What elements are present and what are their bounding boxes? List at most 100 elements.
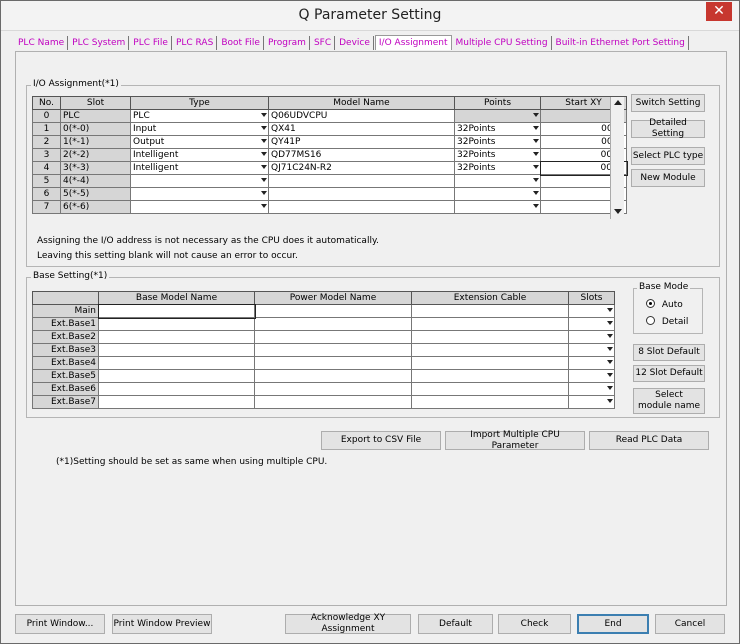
acknowledge-xy-button[interactable]: Acknowledge XY Assignment bbox=[285, 613, 411, 634]
dropdown-arrow-icon[interactable] bbox=[533, 113, 539, 117]
base-cell-power[interactable] bbox=[254, 343, 412, 357]
io-cell-model[interactable]: QX41 bbox=[268, 122, 455, 136]
base-cell-cable[interactable] bbox=[411, 330, 569, 344]
export-csv-button[interactable]: Export to CSV File bbox=[321, 431, 441, 450]
tab-plc-file[interactable]: PLC File bbox=[130, 36, 172, 50]
io-assignment-table[interactable]: No. Slot Type Model Name Points Start XY… bbox=[32, 96, 628, 214]
dropdown-arrow-icon[interactable] bbox=[607, 360, 613, 364]
base-cell-slots[interactable] bbox=[568, 304, 615, 318]
io-cell-points[interactable]: 32Points bbox=[454, 161, 541, 175]
io-cell-model[interactable]: QD77MS16 bbox=[268, 148, 455, 162]
default-button[interactable]: Default bbox=[418, 614, 493, 634]
base-cell-model[interactable] bbox=[98, 343, 255, 357]
switch-setting-button[interactable]: Switch Setting bbox=[631, 94, 705, 112]
slot12-default-button[interactable]: 12 Slot Default bbox=[633, 365, 705, 382]
io-cell-type[interactable] bbox=[130, 174, 269, 188]
tab-plc-system[interactable]: PLC System bbox=[69, 36, 130, 50]
base-cell-cable[interactable] bbox=[411, 343, 569, 357]
print-window-button[interactable]: Print Window... bbox=[15, 614, 105, 634]
new-module-button[interactable]: New Module bbox=[631, 169, 705, 187]
base-cell-model[interactable] bbox=[98, 369, 255, 383]
base-cell-model[interactable] bbox=[98, 317, 255, 331]
dropdown-arrow-icon[interactable] bbox=[607, 386, 613, 390]
dropdown-arrow-icon[interactable] bbox=[533, 204, 539, 208]
io-cell-type[interactable]: Input bbox=[130, 122, 269, 136]
import-multiple-cpu-button[interactable]: Import Multiple CPU Parameter bbox=[445, 430, 585, 451]
dropdown-arrow-icon[interactable] bbox=[607, 373, 613, 377]
dropdown-arrow-icon[interactable] bbox=[533, 165, 539, 169]
radio-detail-icon[interactable] bbox=[646, 316, 655, 325]
tab-sfc[interactable]: SFC bbox=[311, 36, 336, 50]
base-cell-slots[interactable] bbox=[568, 330, 615, 344]
dropdown-arrow-icon[interactable] bbox=[533, 126, 539, 130]
cancel-button[interactable]: Cancel bbox=[655, 614, 725, 634]
base-setting-table[interactable]: Base Model Name Power Model Name Extensi… bbox=[32, 291, 615, 409]
tab-built-in-ethernet-port-setting[interactable]: Built-in Ethernet Port Setting bbox=[553, 36, 689, 50]
tab-program[interactable]: Program bbox=[265, 36, 310, 50]
io-cell-points[interactable] bbox=[454, 200, 541, 214]
dropdown-arrow-icon[interactable] bbox=[607, 399, 613, 403]
base-cell-slots[interactable] bbox=[568, 382, 615, 396]
base-cell-slots[interactable] bbox=[568, 317, 615, 331]
check-button[interactable]: Check bbox=[498, 614, 571, 634]
tab-device[interactable]: Device bbox=[336, 36, 374, 50]
io-cell-type[interactable] bbox=[130, 187, 269, 201]
tab-boot-file[interactable]: Boot File bbox=[218, 36, 264, 50]
base-cell-cable[interactable] bbox=[411, 317, 569, 331]
base-cell-cable[interactable] bbox=[411, 382, 569, 396]
base-cell-slots[interactable] bbox=[568, 369, 615, 383]
dropdown-arrow-icon[interactable] bbox=[261, 191, 267, 195]
select-module-name-button[interactable]: Select module name bbox=[633, 388, 705, 414]
slot8-default-button[interactable]: 8 Slot Default bbox=[633, 344, 705, 361]
io-cell-points[interactable] bbox=[454, 109, 541, 123]
io-cell-type[interactable]: Intelligent bbox=[130, 161, 269, 175]
read-plc-data-button[interactable]: Read PLC Data bbox=[589, 431, 709, 450]
dropdown-arrow-icon[interactable] bbox=[533, 139, 539, 143]
base-cell-model[interactable] bbox=[98, 395, 255, 409]
base-cell-power[interactable] bbox=[254, 369, 412, 383]
tab-plc-ras[interactable]: PLC RAS bbox=[173, 36, 218, 50]
tab-i-o-assignment[interactable]: I/O Assignment bbox=[374, 35, 452, 50]
io-cell-points[interactable]: 32Points bbox=[454, 135, 541, 149]
base-cell-cable[interactable] bbox=[411, 369, 569, 383]
tab-multiple-cpu-setting[interactable]: Multiple CPU Setting bbox=[453, 36, 552, 50]
io-cell-type[interactable]: PLC bbox=[130, 109, 269, 123]
dropdown-arrow-icon[interactable] bbox=[261, 165, 267, 169]
end-button[interactable]: End bbox=[577, 614, 649, 634]
scroll-down-icon[interactable] bbox=[614, 209, 622, 214]
dropdown-arrow-icon[interactable] bbox=[607, 334, 613, 338]
base-cell-model[interactable] bbox=[98, 330, 255, 344]
io-cell-model[interactable] bbox=[268, 200, 455, 214]
base-cell-model[interactable] bbox=[98, 382, 255, 396]
dropdown-arrow-icon[interactable] bbox=[607, 347, 613, 351]
base-cell-cable[interactable] bbox=[411, 395, 569, 409]
io-cell-type[interactable]: Output bbox=[130, 135, 269, 149]
io-cell-points[interactable]: 32Points bbox=[454, 148, 541, 162]
dropdown-arrow-icon[interactable] bbox=[533, 191, 539, 195]
base-cell-cable[interactable] bbox=[411, 304, 569, 318]
dropdown-arrow-icon[interactable] bbox=[607, 321, 613, 325]
base-cell-slots[interactable] bbox=[568, 395, 615, 409]
base-cell-model[interactable] bbox=[97, 303, 256, 319]
detailed-setting-button[interactable]: Detailed Setting bbox=[631, 118, 705, 139]
io-cell-model[interactable]: QY41P bbox=[268, 135, 455, 149]
base-cell-cable[interactable] bbox=[411, 356, 569, 370]
io-cell-model[interactable]: QJ71C24N-R2 bbox=[268, 161, 455, 175]
dropdown-arrow-icon[interactable] bbox=[261, 178, 267, 182]
select-plc-type-button[interactable]: Select PLC type bbox=[631, 147, 705, 165]
io-cell-points[interactable] bbox=[454, 187, 541, 201]
io-cell-model[interactable]: Q06UDVCPU bbox=[268, 109, 455, 123]
tab-plc-name[interactable]: PLC Name bbox=[15, 36, 69, 50]
io-cell-type[interactable]: Intelligent bbox=[130, 148, 269, 162]
dropdown-arrow-icon[interactable] bbox=[533, 152, 539, 156]
base-cell-power[interactable] bbox=[254, 317, 412, 331]
dropdown-arrow-icon[interactable] bbox=[261, 204, 267, 208]
base-cell-slots[interactable] bbox=[568, 343, 615, 357]
io-scrollbar[interactable] bbox=[610, 97, 624, 219]
base-cell-power[interactable] bbox=[254, 304, 412, 318]
io-cell-points[interactable] bbox=[454, 174, 541, 188]
base-cell-power[interactable] bbox=[254, 382, 412, 396]
base-cell-power[interactable] bbox=[254, 356, 412, 370]
base-cell-power[interactable] bbox=[254, 330, 412, 344]
dropdown-arrow-icon[interactable] bbox=[607, 308, 613, 312]
